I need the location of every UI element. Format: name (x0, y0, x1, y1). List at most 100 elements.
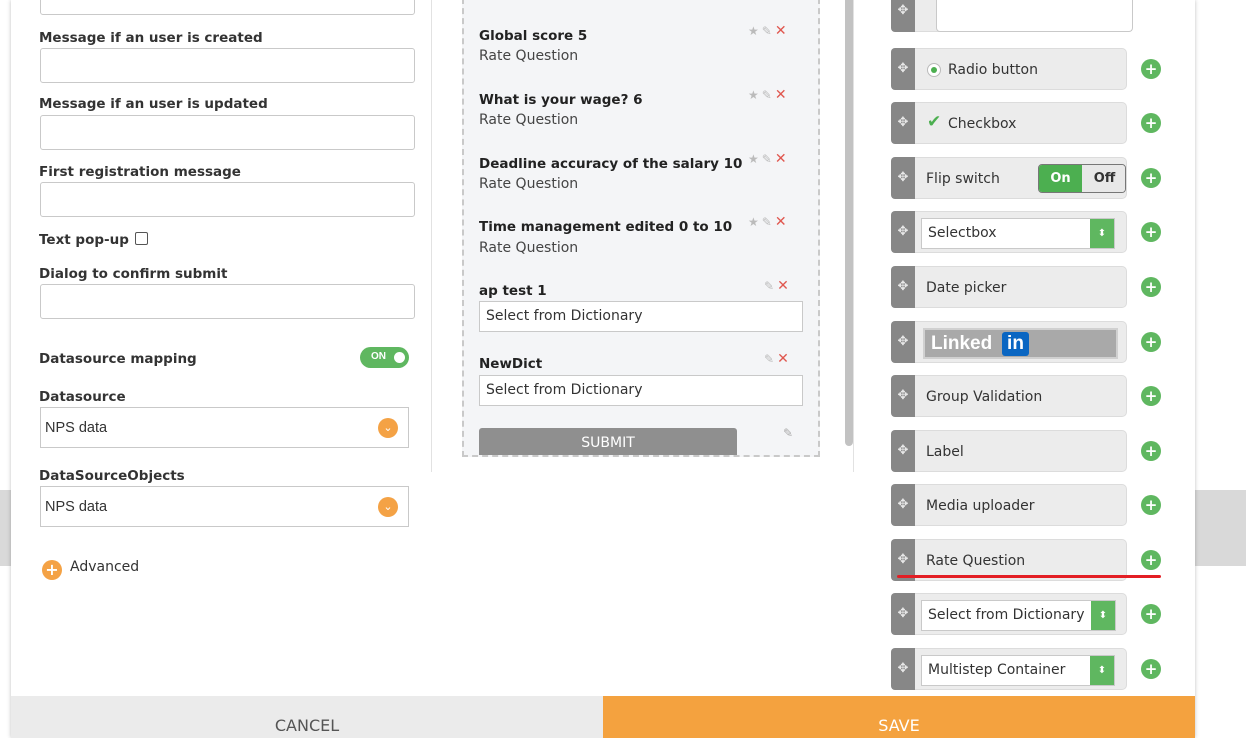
dictionary-select-value: Select from Dictionary (486, 382, 643, 398)
delete-icon[interactable]: ✕ (777, 351, 792, 367)
dictionary-select[interactable]: Select from Dictionary (479, 301, 803, 332)
palette-item-label-text: Label (926, 444, 964, 460)
palette-item-label[interactable]: ✥ Label (891, 430, 1127, 472)
pencil-icon[interactable]: ✎ (762, 152, 775, 166)
text-popup-checkbox[interactable] (134, 232, 148, 245)
plus-icon: + (42, 560, 62, 580)
drag-handle-icon[interactable]: ✥ (891, 375, 915, 417)
drag-handle-icon[interactable]: ✥ (891, 593, 915, 635)
star-icon[interactable]: ★ (748, 152, 762, 166)
palette-item-label: Multistep Container (928, 662, 1066, 678)
add-multistep-button[interactable]: + (1141, 659, 1161, 679)
add-linkedin-button[interactable]: + (1141, 332, 1161, 352)
advanced-toggle[interactable]: + Advanced (42, 559, 139, 580)
add-date-picker-button[interactable]: + (1141, 277, 1161, 297)
drag-handle-icon[interactable]: ✥ (891, 430, 915, 472)
preview-scrollbar[interactable] (845, 0, 853, 446)
select-dictionary-preview: Select from Dictionary ⬍ (921, 600, 1116, 631)
palette-item-radio-button[interactable]: ✥ Radio button (891, 48, 1127, 90)
add-checkbox-button[interactable]: + (1141, 113, 1161, 133)
dictionary-select[interactable]: Select from Dictionary (479, 375, 803, 406)
first-registration-input[interactable] (40, 182, 415, 217)
flip-on: On (1039, 165, 1082, 192)
datasource-value: NPS data (45, 420, 108, 436)
palette-item-label: Flip switch (926, 171, 1000, 187)
datasource-label: Datasource (39, 389, 126, 405)
star-icon[interactable]: ★ (748, 24, 762, 38)
pencil-icon[interactable]: ✎ (764, 352, 777, 366)
add-label-button[interactable]: + (1141, 441, 1161, 461)
palette-item-media-uploader[interactable]: ✥ Media uploader (891, 484, 1127, 526)
palette-item-flip-switch[interactable]: ✥ Flip switch On Off (891, 157, 1127, 199)
pencil-icon[interactable]: ✎ (762, 88, 775, 102)
delete-icon[interactable]: ✕ (775, 214, 790, 230)
pencil-icon[interactable]: ✎ (762, 215, 775, 229)
add-select-dictionary-button[interactable]: + (1141, 604, 1161, 624)
add-radio-button[interactable]: + (1141, 59, 1161, 79)
delete-icon[interactable]: ✕ (777, 278, 792, 294)
palette-item-label: Group Validation (926, 389, 1043, 405)
delete-icon[interactable]: ✕ (775, 151, 790, 167)
question-actions: ★✎✕ (748, 23, 790, 39)
add-rate-question-button[interactable]: + (1141, 550, 1161, 570)
drag-handle-icon[interactable]: ✥ (891, 648, 915, 690)
palette-item-body: Selectbox ⬍ (915, 211, 1127, 253)
palette-item-group-validation[interactable]: ✥ Group Validation (891, 375, 1127, 417)
ds-objects-select[interactable]: NPS data ⌄ (40, 486, 409, 527)
msg-updated-input[interactable] (40, 115, 415, 150)
datasource-select[interactable]: NPS data ⌄ (40, 407, 409, 448)
add-flip-switch-button[interactable]: + (1141, 168, 1161, 188)
palette-item-select-dictionary[interactable]: ✥ Select from Dictionary ⬍ (891, 593, 1127, 635)
pencil-icon[interactable]: ✎ (783, 426, 793, 440)
palette-item-multistep[interactable]: ✥ Multistep Container ⬍ (891, 648, 1127, 690)
add-group-validation-button[interactable]: + (1141, 386, 1161, 406)
save-button[interactable]: SAVE (603, 696, 1195, 738)
submit-button[interactable]: SUBMIT (479, 428, 737, 455)
question-type: Rate Question (479, 176, 579, 192)
pencil-icon[interactable]: ✎ (762, 24, 775, 38)
add-selectbox-button[interactable]: + (1141, 222, 1161, 242)
palette-item-checkbox[interactable]: ✥ ✔ Checkbox (891, 102, 1127, 144)
drag-handle-icon[interactable]: ✥ (891, 0, 915, 32)
palette-item-label: Checkbox (948, 116, 1017, 132)
dialog-confirm-input[interactable] (40, 284, 415, 319)
question-type: Rate Question (479, 48, 579, 64)
drag-handle-icon[interactable]: ✥ (891, 266, 915, 308)
question-title: What is your wage? 6 (479, 92, 643, 108)
ds-mapping-toggle[interactable]: ON (360, 347, 409, 368)
palette-item-selectbox[interactable]: ✥ Selectbox ⬍ (891, 211, 1127, 253)
palette-item-linkedin[interactable]: ✥ Linked in (891, 321, 1127, 363)
drag-handle-icon[interactable]: ✥ (891, 48, 915, 90)
star-icon[interactable]: ★ (748, 215, 762, 229)
flip-switch-preview: On Off (1038, 164, 1126, 193)
previous-text-field[interactable] (40, 0, 415, 15)
column-divider (431, 0, 432, 472)
drag-handle-icon[interactable]: ✥ (891, 157, 915, 199)
pencil-icon[interactable]: ✎ (764, 279, 777, 293)
delete-icon[interactable]: ✕ (775, 23, 790, 39)
palette-item-label: Selectbox (928, 225, 997, 241)
star-icon[interactable]: ★ (748, 88, 762, 102)
question-title: ap test 1 (479, 283, 547, 299)
selectbox-preview: Selectbox ⬍ (921, 218, 1115, 249)
drag-handle-icon[interactable]: ✥ (891, 102, 915, 144)
palette-item-label: Select from Dictionary (928, 607, 1085, 623)
updown-arrow-icon: ⬍ (1091, 601, 1115, 630)
add-media-uploader-button[interactable]: + (1141, 495, 1161, 515)
drag-handle-icon[interactable]: ✥ (891, 211, 915, 253)
msg-created-input[interactable] (40, 48, 415, 83)
form-preview: Global score 5 Rate Question ★✎✕ What is… (462, 0, 820, 457)
palette-item-date-picker[interactable]: ✥ Date picker (891, 266, 1127, 308)
text-popup-row: Text pop-up (39, 232, 148, 248)
question-actions: ★✎✕ (748, 151, 790, 167)
drag-handle-icon[interactable]: ✥ (891, 484, 915, 526)
question-actions: ✎✕ (764, 351, 792, 367)
ds-objects-value: NPS data (45, 499, 108, 515)
msg-updated-label: Message if an user is updated (39, 96, 268, 112)
drag-handle-icon[interactable]: ✥ (891, 321, 915, 363)
cancel-button[interactable]: CANCEL (11, 696, 603, 738)
delete-icon[interactable]: ✕ (775, 87, 790, 103)
flip-off: Off (1082, 165, 1125, 192)
palette-item-body: Date picker (915, 266, 1127, 308)
palette-item-body: Label (915, 430, 1127, 472)
